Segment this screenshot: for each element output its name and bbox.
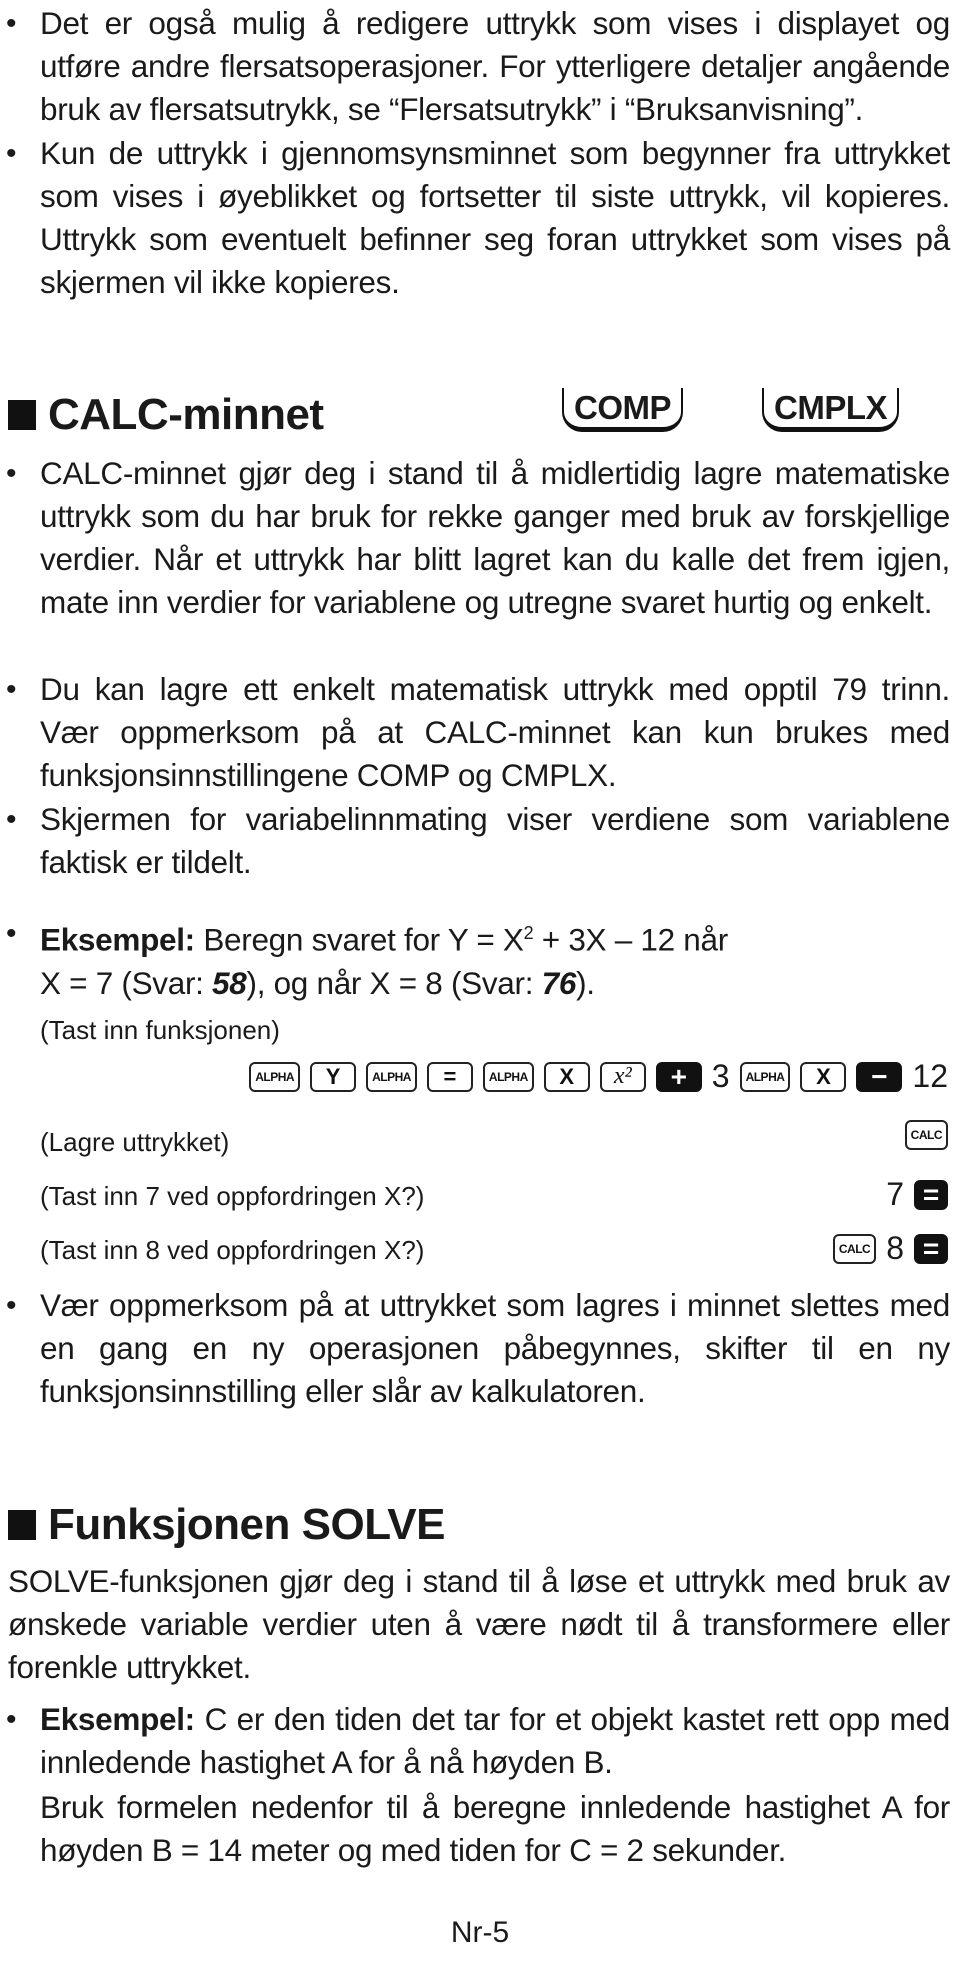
bullet-dot: • <box>6 803 17 836</box>
example-text: X = 7 (Svar: <box>40 964 213 1001</box>
calc-bullet-1: CALC-minnet gjør deg i stand til å midle… <box>40 455 950 620</box>
digit: 7 <box>886 1176 904 1212</box>
page-number: Nr-5 <box>450 1916 510 1949</box>
bullet-dot: • <box>6 7 17 40</box>
digit: 3 <box>711 1058 730 1094</box>
x-key: X <box>543 1061 590 1092</box>
example-text: ). <box>576 964 595 1001</box>
bullet-dot: • <box>6 457 17 490</box>
section-title: Funksjonen SOLVE <box>48 1500 446 1549</box>
mode-badge-cmplx: CMPLX <box>762 388 899 432</box>
section-heading-calc: CALC-minnet <box>8 390 324 440</box>
bullet-dot: • <box>6 1289 17 1322</box>
manual-page: • Det er også mulig å redigere uttrykk s… <box>0 0 960 1961</box>
calc-bullet-3: Skjermen for variabelinnmating viser ver… <box>40 801 950 880</box>
step-label: (Tast inn 8 ved oppfordringen X?) <box>40 1235 425 1265</box>
example-text: ), og når X = 8 (Svar: <box>246 964 542 1001</box>
example-text: + 3X – 12 når <box>533 921 728 958</box>
x-key: X <box>800 1061 847 1092</box>
step-label: (Tast inn 7 ved oppfordringen X?) <box>40 1181 425 1211</box>
calc-key: CALC <box>904 1120 948 1150</box>
equals-key: = <box>914 1233 948 1264</box>
bullet-dot: • <box>6 673 17 706</box>
key-sequence: CALC <box>904 1120 948 1150</box>
example-text: Beregn svaret for Y = X <box>203 921 524 958</box>
mode-badge-comp: COMP <box>562 388 683 432</box>
alpha-key: ALPHA <box>482 1061 534 1092</box>
digit: 12 <box>912 1058 948 1094</box>
square-bullet-icon <box>8 400 36 430</box>
plus-key: + <box>655 1061 702 1092</box>
intro-bullet-1: Det er også mulig å redigere uttrykk som… <box>40 5 950 127</box>
example-label: Eksempel: <box>40 921 195 958</box>
square-bullet-icon <box>8 1510 36 1540</box>
solve-example: Eksempel: C er den tiden det tar for et … <box>40 1698 950 1784</box>
calc-note: Vær oppmerksom på at uttrykket som lagre… <box>40 1287 950 1409</box>
example-label: Eksempel: <box>40 1701 195 1737</box>
answer-value: 76 <box>541 964 577 1001</box>
y-key: Y <box>310 1061 357 1092</box>
key-sequence: 7 = <box>886 1176 948 1213</box>
step-label: (Tast inn funksjonen) <box>40 1015 280 1045</box>
x-squared-key: x² <box>599 1061 646 1092</box>
alpha-key: ALPHA <box>739 1061 791 1092</box>
bullet-dot: • <box>6 1703 17 1736</box>
equals-key: = <box>914 1179 948 1210</box>
step-label: (Lagre uttrykket) <box>40 1127 230 1157</box>
example-sup: 2 <box>523 923 534 943</box>
minus-key: − <box>856 1061 903 1092</box>
alpha-key: ALPHA <box>249 1061 301 1092</box>
section-title: CALC-minnet <box>48 390 324 439</box>
solve-intro: SOLVE-funksjonen gjør deg i stand til å … <box>8 1563 950 1685</box>
alpha-key: ALPHA <box>366 1061 417 1092</box>
equals-key: = <box>426 1061 473 1092</box>
section-heading-solve: Funksjonen SOLVE <box>8 1500 446 1550</box>
bullet-dot: • <box>6 917 17 950</box>
calc-bullet-2: Du kan lagre ett enkelt matematisk uttry… <box>40 671 950 793</box>
key-sequence: ALPHA Y ALPHA = ALPHA X x² + 3 ALPHA X −… <box>249 1058 948 1095</box>
calc-key: CALC <box>832 1233 877 1264</box>
solve-example-2: Bruk formelen nedenfor til å beregne inn… <box>40 1789 950 1868</box>
key-sequence: CALC 8 = <box>832 1230 948 1267</box>
answer-value: 58 <box>212 964 247 1001</box>
digit: 8 <box>886 1230 904 1266</box>
bullet-dot: • <box>6 137 17 170</box>
intro-bullet-2: Kun de uttrykk i gjennomsynsminnet som b… <box>40 135 950 300</box>
calc-example: Eksempel: Beregn svaret for Y = X2 + 3X … <box>40 912 950 1005</box>
